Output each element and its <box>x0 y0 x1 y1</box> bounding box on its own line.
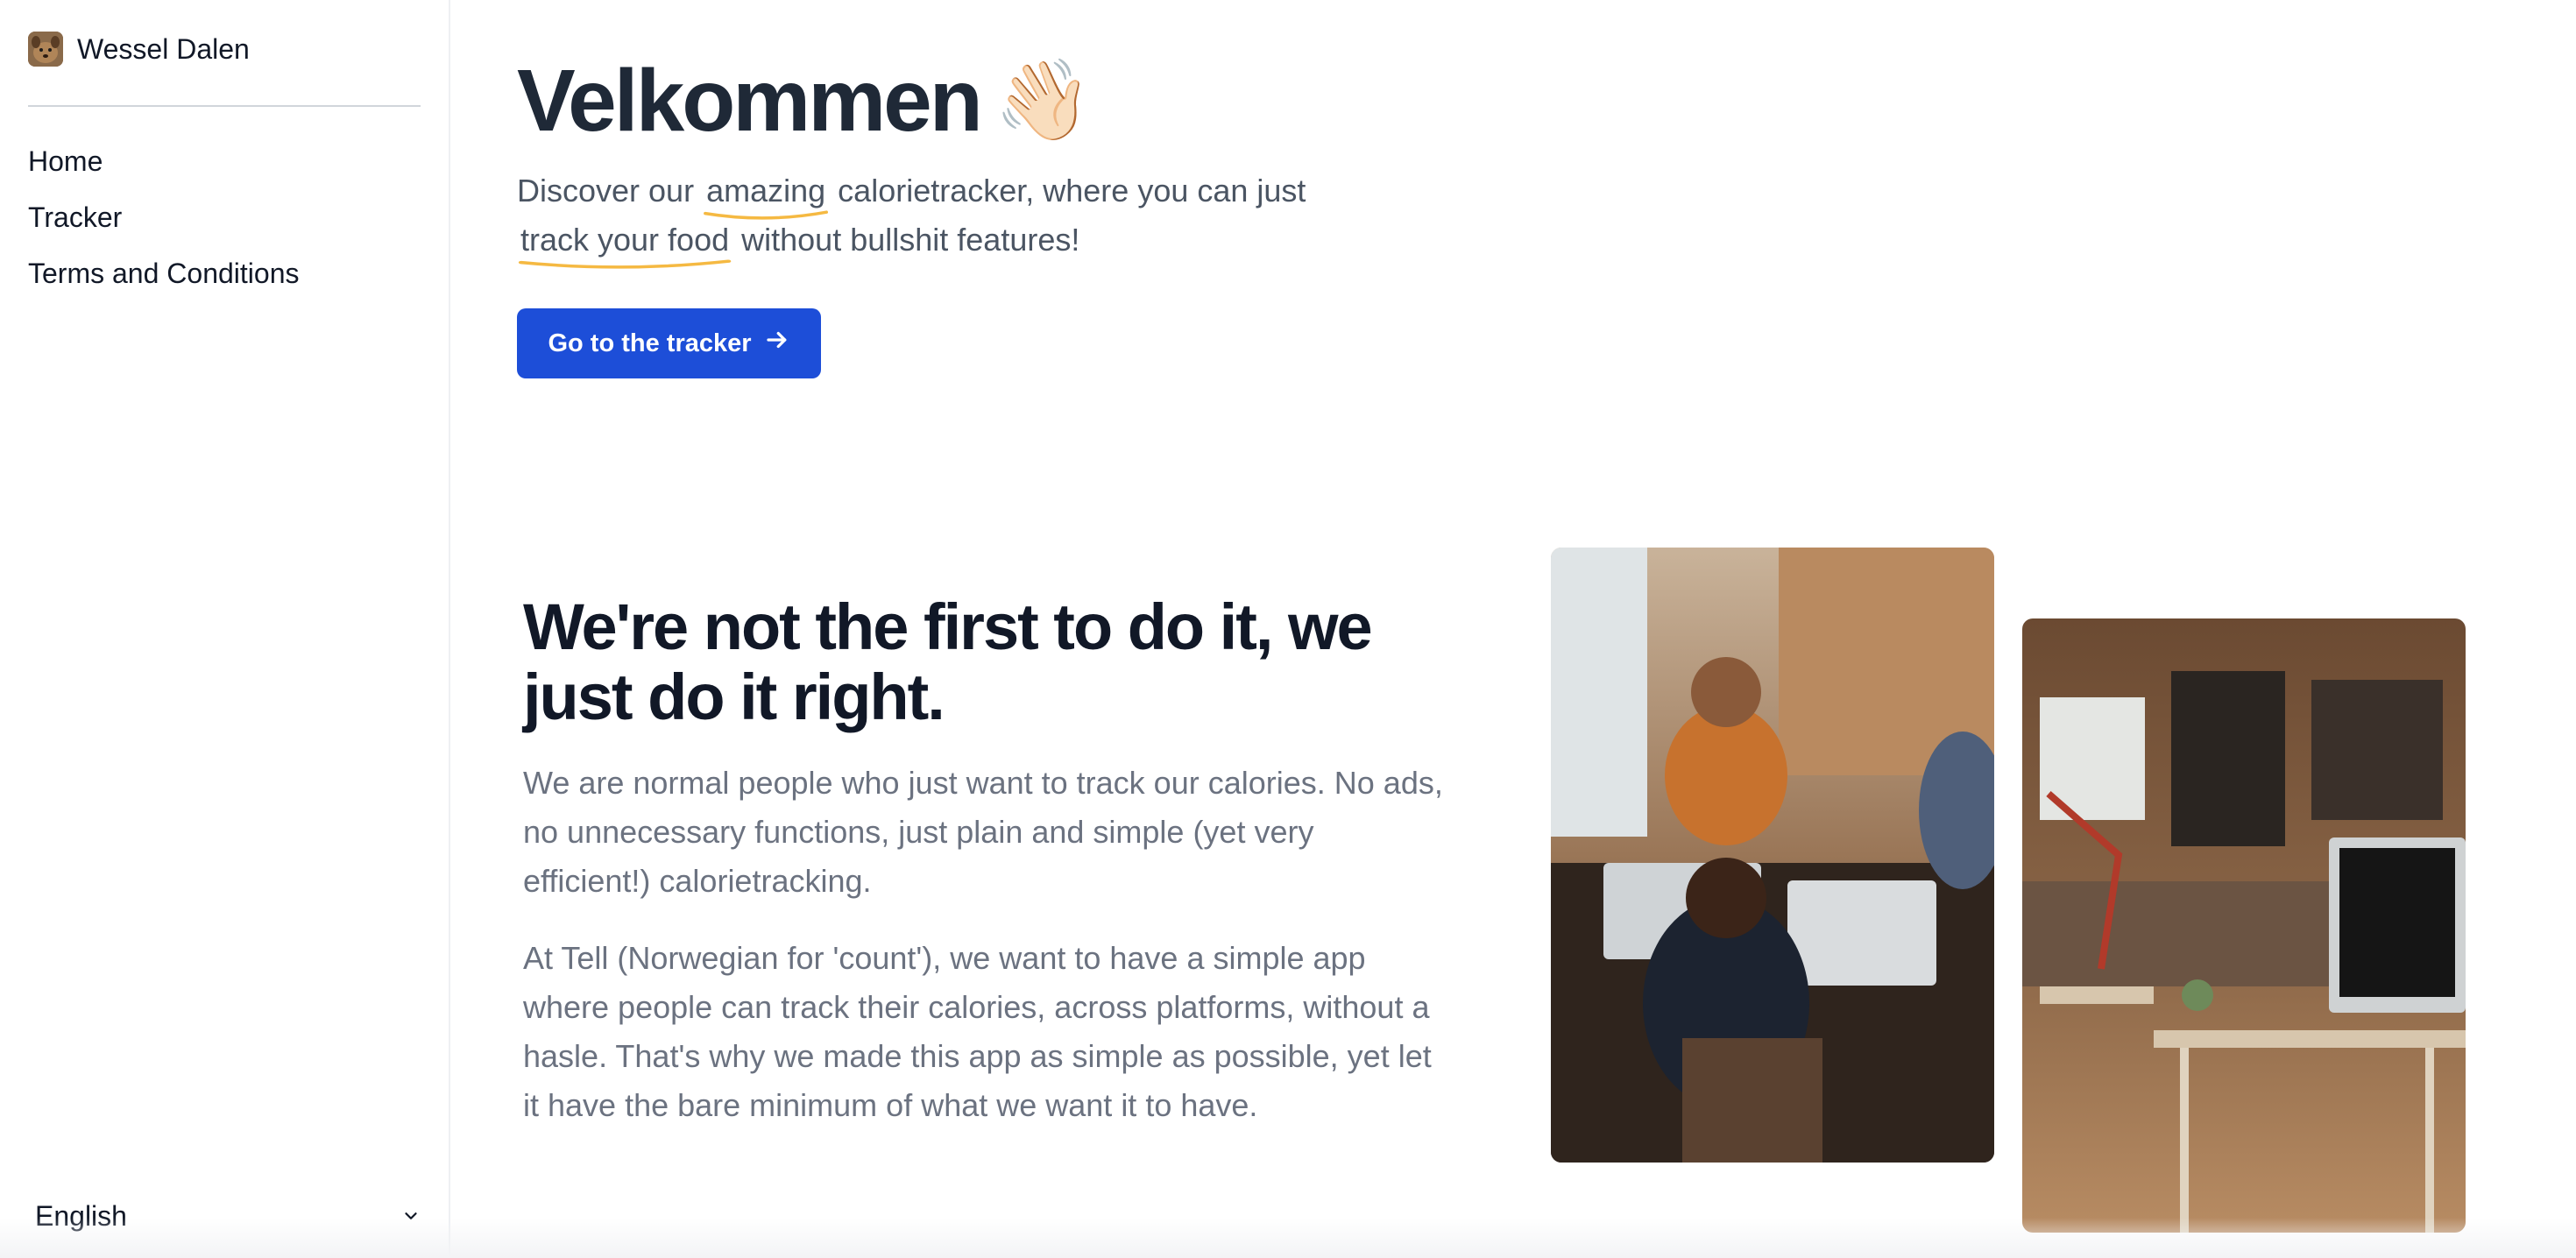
hero-subtitle-part2: calorietracker, where you can just <box>838 173 1306 208</box>
about-title: We're not the first to do it, we just do… <box>523 590 1373 733</box>
language-select[interactable]: English <box>35 1197 421 1235</box>
about-paragraph-2: At Tell (Norwegian for 'count'), we want… <box>523 940 1432 1123</box>
highlight-amazing-text: amazing <box>706 173 826 208</box>
go-to-tracker-button[interactable]: Go to the tracker <box>517 308 821 378</box>
sidebar-item-home[interactable]: Home <box>28 144 299 179</box>
page: Wessel Dalen Home Tracker Terms and Cond… <box>0 0 2576 1258</box>
sidebar-divider <box>28 105 421 107</box>
brand-name: Wessel Dalen <box>77 32 250 65</box>
hero-subtitle: Discover our amazing calorietracker, whe… <box>517 166 1323 269</box>
highlight-track-your-food: track your food <box>517 216 732 269</box>
language-selected-value: English <box>35 1199 127 1232</box>
about-paragraph-1: We are normal people who just want to tr… <box>523 765 1443 899</box>
hero-subtitle-part3: without bullshit features! <box>741 222 1080 258</box>
sidebar: Wessel Dalen Home Tracker Terms and Cond… <box>0 0 450 1258</box>
hero-subtitle-part1: Discover our <box>517 173 695 208</box>
sidebar-item-terms[interactable]: Terms and Conditions <box>28 256 299 291</box>
highlight-amazing: amazing <box>703 166 829 220</box>
chevron-down-icon <box>401 1206 421 1226</box>
underline-squiggle-icon <box>518 259 732 269</box>
hero-title: Velkommen 👋🏻 <box>517 53 1093 149</box>
sidebar-nav: Home Tracker Terms and Conditions <box>28 144 299 312</box>
cta-label: Go to the tracker <box>548 329 752 357</box>
office-interior-photo <box>2022 618 2466 1233</box>
office-team-photo <box>1551 548 1994 1163</box>
hero-title-text: Velkommen <box>517 52 983 150</box>
arrow-right-icon <box>764 327 790 360</box>
dog-avatar-icon <box>28 32 63 67</box>
highlight-track-text: track your food <box>520 222 730 258</box>
sidebar-item-tracker[interactable]: Tracker <box>28 200 299 235</box>
brand[interactable]: Wessel Dalen <box>28 30 250 68</box>
waving-hand-icon: 👋🏻 <box>994 57 1093 145</box>
